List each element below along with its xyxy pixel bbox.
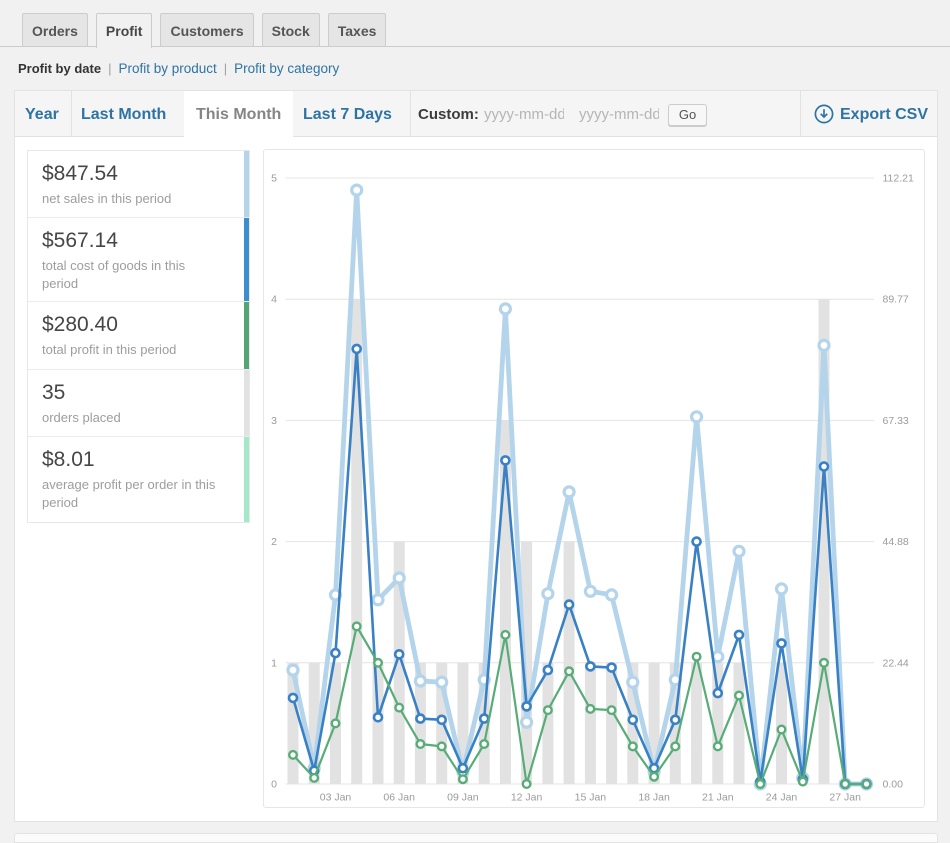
svg-text:06 Jan: 06 Jan	[383, 792, 415, 804]
svg-text:12 Jan: 12 Jan	[511, 792, 543, 804]
svg-text:18 Jan: 18 Jan	[638, 792, 670, 804]
svg-text:24 Jan: 24 Jan	[766, 792, 798, 804]
svg-text:4: 4	[271, 294, 277, 306]
svg-text:2: 2	[271, 536, 277, 548]
svg-text:1: 1	[271, 657, 277, 669]
svg-text:0: 0	[271, 779, 277, 791]
svg-text:0.00: 0.00	[883, 779, 904, 791]
svg-text:09 Jan: 09 Jan	[447, 792, 479, 804]
svg-text:22.44: 22.44	[883, 657, 909, 669]
svg-text:15 Jan: 15 Jan	[575, 792, 607, 804]
svg-text:5: 5	[271, 173, 277, 185]
svg-text:03 Jan: 03 Jan	[320, 792, 352, 804]
svg-text:21 Jan: 21 Jan	[702, 792, 734, 804]
svg-text:44.88: 44.88	[883, 536, 909, 548]
svg-text:3: 3	[271, 415, 277, 427]
svg-text:67.33: 67.33	[883, 415, 909, 427]
svg-text:89.77: 89.77	[883, 294, 909, 306]
svg-text:112.21: 112.21	[883, 173, 914, 185]
svg-text:27 Jan: 27 Jan	[829, 792, 861, 804]
